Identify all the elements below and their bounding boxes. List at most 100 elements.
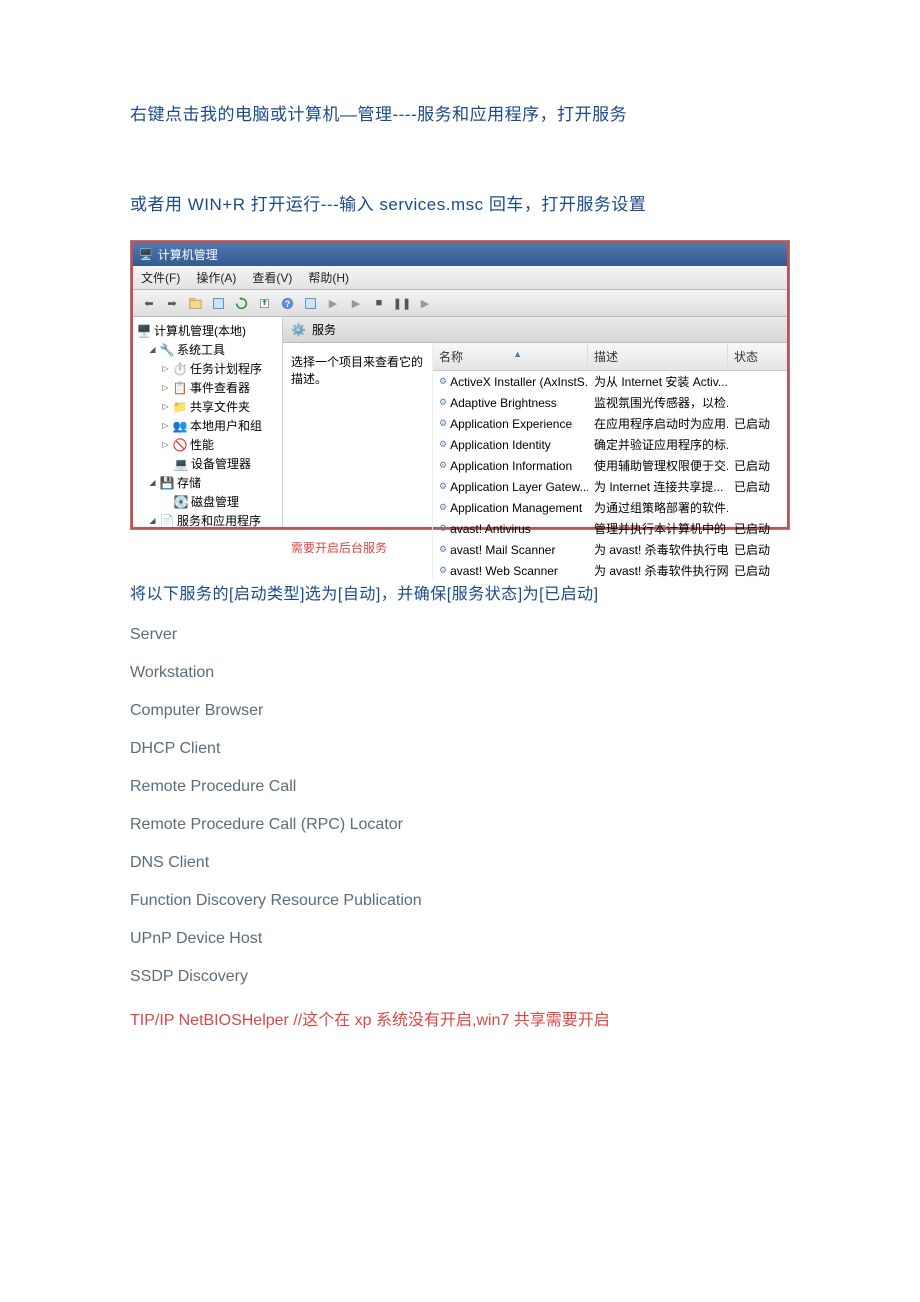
service-desc: 确定并验证应用程序的标... — [588, 435, 728, 454]
service-item-special: TIP/IP NetBIOSHelper //这个在 xp 系统没有开启,win… — [130, 1006, 790, 1030]
intro-text-2: 或者用 WIN+R 打开运行---输入 services.msc 回车，打开服务… — [130, 190, 790, 215]
table-row[interactable]: ⚙avast! Antivirus管理并执行本计算机中的 ...已启动 — [433, 518, 787, 539]
service-desc: 在应用程序启动时为应用... — [588, 414, 728, 433]
service-gear-icon: ⚙ — [439, 523, 447, 534]
export-icon[interactable] — [254, 293, 274, 313]
play-icon[interactable]: ▶ — [323, 293, 343, 313]
expand-icon[interactable]: ▷ — [161, 421, 170, 430]
tree-local-users[interactable]: ▷ 👥 本地用户和组 — [135, 416, 280, 435]
play2-icon[interactable]: ▶ — [346, 293, 366, 313]
service-rows-container: ⚙ActiveX Installer (AxInstS...为从 Interne… — [433, 371, 787, 581]
computer-icon: 🖥️ — [139, 248, 153, 261]
col-desc[interactable]: 描述 — [588, 343, 728, 370]
service-gear-icon: ⚙ — [439, 439, 447, 450]
services-pane: ⚙️ 服务 选择一个项目来查看它的描述。 需要开启后台服务 名称 ▲ — [283, 317, 787, 527]
service-status: 已启动 — [728, 540, 787, 559]
collapse-icon[interactable]: ◢ — [148, 345, 157, 354]
service-gear-icon: ⚙ — [439, 544, 447, 555]
table-row[interactable]: ⚙Adaptive Brightness监视氛围光传感器，以检... — [433, 392, 787, 413]
device-icon: 💻 — [174, 457, 188, 471]
gear-icon: ⚙️ — [291, 323, 306, 337]
service-status: 已启动 — [728, 561, 787, 580]
pause-icon[interactable]: ❚❚ — [392, 293, 412, 313]
service-item: Server — [130, 626, 790, 644]
tree-storage-label: 存储 — [177, 474, 201, 491]
services-pane-title: 服务 — [312, 321, 336, 338]
service-status: 已启动 — [728, 414, 787, 433]
properties-icon[interactable] — [208, 293, 228, 313]
computer-mgmt-icon: 🖥️ — [137, 324, 151, 338]
col-name-label: 名称 — [439, 350, 463, 364]
tree-system-tools[interactable]: ◢ 🔧 系统工具 — [135, 340, 280, 359]
table-row[interactable]: ⚙Application Identity确定并验证应用程序的标... — [433, 434, 787, 455]
tree-task-scheduler[interactable]: ▷ ⏱️ 任务计划程序 — [135, 359, 280, 378]
window-title: 计算机管理 — [158, 246, 218, 263]
expand-icon[interactable]: ▷ — [161, 383, 170, 392]
service-status — [728, 498, 787, 517]
service-name: avast! Mail Scanner — [450, 543, 555, 557]
props2-icon[interactable] — [300, 293, 320, 313]
service-items-container: ServerWorkstationComputer BrowserDHCP Cl… — [130, 626, 790, 986]
mmc-screenshot: 🖥️ 计算机管理 文件(F) 操作(A) 查看(V) 帮助(H) ⬅ ➡ ? ▶… — [130, 240, 790, 530]
document-body: 右键点击我的电脑或计算机—管理----服务和应用程序，打开服务 或者用 WIN+… — [0, 0, 920, 1090]
tree-task-label: 任务计划程序 — [190, 360, 262, 377]
table-row[interactable]: ⚙ActiveX Installer (AxInstS...为从 Interne… — [433, 371, 787, 392]
tree-device-label: 设备管理器 — [191, 455, 251, 472]
service-status — [728, 372, 787, 391]
service-desc: 为 avast! 杀毒软件执行网 — [588, 561, 728, 580]
tree-storage[interactable]: ◢ 💾 存储 — [135, 473, 280, 492]
service-name: Adaptive Brightness — [450, 396, 557, 410]
table-row[interactable]: ⚙Application Management为通过组策略部署的软件... — [433, 497, 787, 518]
expand-icon[interactable]: ▷ — [161, 364, 170, 373]
services-detail-pane: 选择一个项目来查看它的描述。 需要开启后台服务 — [283, 343, 433, 581]
refresh-icon[interactable] — [231, 293, 251, 313]
detail-prompt-text: 选择一个项目来查看它的描述。 — [291, 353, 424, 387]
table-row[interactable]: ⚙avast! Web Scanner为 avast! 杀毒软件执行网已启动 — [433, 560, 787, 581]
list-header-row: 名称 ▲ 描述 状态 — [433, 343, 787, 371]
service-name: Application Experience — [450, 417, 572, 431]
stop-icon[interactable]: ■ — [369, 293, 389, 313]
service-desc: 管理并执行本计算机中的 ... — [588, 519, 728, 538]
collapse-icon[interactable]: ◢ — [148, 478, 157, 487]
forward-icon[interactable]: ➡ — [162, 293, 182, 313]
menu-action[interactable]: 操作(A) — [196, 269, 236, 286]
tree-event-viewer[interactable]: ▷ 📋 事件查看器 — [135, 378, 280, 397]
folder-up-icon[interactable] — [185, 293, 205, 313]
menu-file[interactable]: 文件(F) — [141, 269, 180, 286]
collapse-icon[interactable]: ◢ — [148, 516, 157, 525]
service-gear-icon: ⚙ — [439, 481, 447, 492]
col-name[interactable]: 名称 ▲ — [433, 343, 588, 370]
tree-disk-mgmt[interactable]: 💽 磁盘管理 — [135, 492, 280, 511]
service-desc: 使用辅助管理权限便于交... — [588, 456, 728, 475]
service-gear-icon: ⚙ — [439, 565, 447, 576]
services-pane-header: ⚙️ 服务 — [283, 317, 787, 343]
service-name: avast! Antivirus — [450, 522, 531, 536]
expand-icon[interactable]: ▷ — [161, 440, 170, 449]
storage-icon: 💾 — [160, 476, 174, 490]
tree-disk-label: 磁盘管理 — [191, 493, 239, 510]
service-desc: 为从 Internet 安装 Activ... — [588, 372, 728, 391]
menu-help[interactable]: 帮助(H) — [308, 269, 349, 286]
tree-performance[interactable]: ▷ 🚫 性能 — [135, 435, 280, 454]
table-row[interactable]: ⚙Application Layer Gatew...为 Internet 连接… — [433, 476, 787, 497]
back-icon[interactable]: ⬅ — [139, 293, 159, 313]
table-row[interactable]: ⚙avast! Mail Scanner为 avast! 杀毒软件执行电...已… — [433, 539, 787, 560]
service-gear-icon: ⚙ — [439, 397, 447, 408]
col-status[interactable]: 状态 — [728, 343, 787, 370]
tree-services-apps[interactable]: ◢ 📄 服务和应用程序 — [135, 511, 280, 527]
service-item: Computer Browser — [130, 702, 790, 720]
tree-shared-folders[interactable]: ▷ 📁 共享文件夹 — [135, 397, 280, 416]
tree-device-mgr[interactable]: 💻 设备管理器 — [135, 454, 280, 473]
menu-view[interactable]: 查看(V) — [252, 269, 292, 286]
tree-root[interactable]: 🖥️ 计算机管理(本地) — [135, 321, 280, 340]
restart-icon[interactable]: ▶ — [415, 293, 435, 313]
service-item: DNS Client — [130, 854, 790, 872]
tree-event-label: 事件查看器 — [190, 379, 250, 396]
expand-icon[interactable]: ▷ — [161, 402, 170, 411]
clock-icon: ⏱️ — [173, 362, 187, 376]
service-gear-icon: ⚙ — [439, 376, 447, 387]
help-icon[interactable]: ? — [277, 293, 297, 313]
table-row[interactable]: ⚙Application Information使用辅助管理权限便于交...已启… — [433, 455, 787, 476]
tree-users-label: 本地用户和组 — [190, 417, 262, 434]
table-row[interactable]: ⚙Application Experience在应用程序启动时为应用...已启动 — [433, 413, 787, 434]
